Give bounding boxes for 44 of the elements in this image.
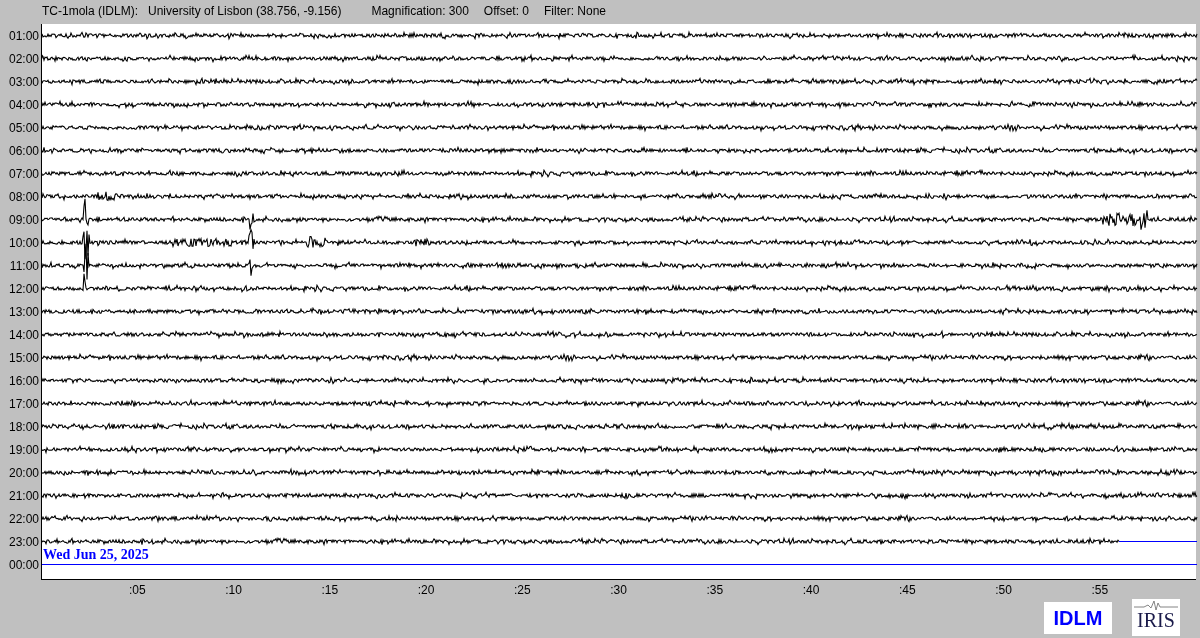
hour-label: 19:00 <box>8 443 39 456</box>
time-tick-label: :55 <box>1091 584 1109 596</box>
time-tick-label: :05 <box>128 584 146 596</box>
hour-label: 22:00 <box>8 512 39 525</box>
hour-label: 07:00 <box>8 167 39 180</box>
station-label: TC-1mola (IDLM): <box>42 3 138 20</box>
hour-label: 02:00 <box>8 52 39 65</box>
hour-label: 16:00 <box>8 374 39 387</box>
hour-label: 10:00 <box>8 236 39 249</box>
hour-label: 00:00 <box>8 558 39 571</box>
time-tick-label: :15 <box>321 584 339 596</box>
hour-label: 13:00 <box>8 305 39 318</box>
hour-label: 03:00 <box>8 75 39 88</box>
time-tick-label: :20 <box>417 584 435 596</box>
hour-label: 14:00 <box>8 328 39 341</box>
network-logo: IDLM <box>1044 602 1112 634</box>
hour-label: 20:00 <box>8 466 39 479</box>
hour-label: 05:00 <box>8 121 39 134</box>
magnification-label: Magnification: 300 <box>371 3 469 20</box>
hour-label: 15:00 <box>8 351 39 364</box>
location-label: University of Lisbon (38.756, -9.156) <box>148 3 342 20</box>
time-tick-label: :50 <box>995 584 1012 596</box>
hour-label: 12:00 <box>8 282 39 295</box>
time-tick-label: :25 <box>513 584 531 596</box>
time-tick-label: :10 <box>225 584 242 596</box>
offset-label: Offset: 0 <box>483 3 529 20</box>
hour-label: 23:00 <box>8 535 39 548</box>
time-tick-label: :40 <box>802 584 820 596</box>
date-label: Wed Jun 25, 2025 <box>43 547 149 563</box>
hour-label: 01:00 <box>8 29 39 42</box>
time-tick-label: :45 <box>898 584 916 596</box>
hour-label: 06:00 <box>8 144 39 157</box>
hour-label: 08:00 <box>8 190 39 203</box>
filter-label: Filter: None <box>544 3 607 20</box>
hour-label: 17:00 <box>8 397 39 410</box>
time-tick-label: :35 <box>706 584 724 596</box>
hour-label: 04:00 <box>8 98 39 111</box>
hour-label: 21:00 <box>8 489 39 502</box>
iris-logo: IRIS <box>1132 599 1180 636</box>
waveform-icon <box>1134 599 1178 611</box>
hour-label: 18:00 <box>8 420 39 433</box>
time-tick-label: :30 <box>610 584 627 596</box>
hour-label: 09:00 <box>8 213 39 226</box>
hour-label: 11:00 <box>9 259 39 272</box>
